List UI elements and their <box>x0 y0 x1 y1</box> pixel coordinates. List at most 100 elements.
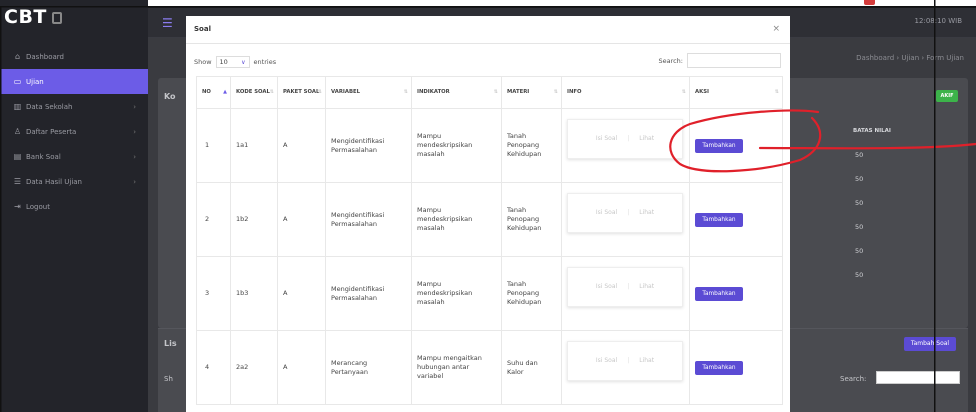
database-icon: ▤ <box>13 152 22 161</box>
info-box: Isi Soal | Lihat <box>567 340 683 381</box>
batas-nilai-value: 50 <box>855 175 864 183</box>
entries-control: Show 10 ∨ entries <box>194 56 276 68</box>
list-card-title: Lis <box>164 339 177 348</box>
info-box: Isi Soal | Lihat <box>567 118 683 159</box>
lihat-link[interactable]: Lihat <box>639 282 654 291</box>
cell-no: 3 <box>196 256 231 331</box>
tambahkan-button[interactable]: Tambahkan <box>695 212 743 227</box>
cell-variabel: Merancang Pertanyaan <box>325 330 412 405</box>
column-header-kode-soal[interactable]: KODE SOAL ⇅ <box>230 76 278 109</box>
batas-nilai-value: 50 <box>855 247 864 255</box>
sort-icon: ⇅ <box>317 89 322 95</box>
isi-soal-link[interactable]: Isi Soal <box>596 208 617 217</box>
batas-nilai-value: 50 <box>855 199 864 207</box>
tambah-soal-button[interactable]: Tambah Soal <box>904 337 956 351</box>
info-separator: | <box>627 357 630 364</box>
lihat-link[interactable]: Lihat <box>639 134 654 143</box>
app-logo-text: CBT <box>4 6 47 28</box>
calendar-icon: ▭ <box>13 77 22 86</box>
sidebar-item-label: Dashboard <box>26 52 64 61</box>
sort-icon: ⇅ <box>493 89 498 95</box>
logo-mark-icon <box>51 12 62 24</box>
entries-select[interactable]: 10 ∨ <box>215 56 250 68</box>
sort-asc-icon: ▲ <box>223 89 227 95</box>
cell-kode-soal: 1b3 <box>230 256 278 331</box>
column-header-aksi[interactable]: AKSI ⇅ <box>689 76 783 109</box>
chevron-right-icon: › <box>133 177 136 186</box>
batas-nilai-header: BATAS NILAI <box>853 128 891 134</box>
cell-indikator: Mampu mendeskripsikan masalah <box>411 108 502 183</box>
cell-materi: Tanah Penopang Kehidupan <box>501 108 562 183</box>
chevron-down-icon: ∨ <box>241 58 246 66</box>
sort-icon: ⇅ <box>681 89 686 95</box>
sidebar: CBT ⌂ Dashboard ▭ Ujian ▥ Data Sekolah › ♙ Dafta… <box>0 0 148 412</box>
isi-soal-link[interactable]: Isi Soal <box>596 282 617 291</box>
sort-icon: ⇅ <box>269 89 274 95</box>
sidebar-item[interactable]: ♙ Daftar Peserta › <box>0 119 148 144</box>
column-label: PAKET SOAL <box>283 89 320 95</box>
table-row: 4 2a2 A Merancang Pertanyaan Mampu mengaitka… <box>196 330 783 405</box>
cell-no: 1 <box>196 108 231 183</box>
column-header-paket-soal[interactable]: PAKET SOAL ⇅ <box>277 76 326 109</box>
column-header-indikator[interactable]: INDIKATOR ⇅ <box>411 76 502 109</box>
column-header-no[interactable]: NO ▲ <box>196 76 231 109</box>
hamburger-menu-icon[interactable]: ☰ <box>162 16 173 30</box>
cell-kode-soal: 2a2 <box>230 330 278 405</box>
table-row: 2 1b2 A Mengidentifikasi Permasalahan Mampu … <box>196 182 783 257</box>
soal-modal: Soal × Show 10 ∨ entries Search: NO ▲ KOD… <box>186 16 790 412</box>
cell-no: 2 <box>196 182 231 257</box>
sidebar-item-label: Daftar Peserta <box>26 127 77 136</box>
cell-info: Isi Soal | Lihat <box>561 108 690 183</box>
cell-no: 4 <box>196 330 231 405</box>
cell-variabel: Mengidentifikasi Permasalahan <box>325 108 412 183</box>
close-icon[interactable]: × <box>772 24 780 34</box>
cell-paket-soal: A <box>277 182 326 257</box>
cell-indikator: Mampu mendeskripsikan masalah <box>411 256 502 331</box>
column-header-materi[interactable]: MATERI ⇅ <box>501 76 562 109</box>
tambahkan-button[interactable]: Tambahkan <box>695 138 743 153</box>
logout-icon: ⇥ <box>14 202 21 211</box>
cell-indikator: Mampu mendeskripsikan masalah <box>411 182 502 257</box>
search-input[interactable] <box>687 53 781 68</box>
batas-nilai-value: 50 <box>855 223 864 231</box>
column-header-info[interactable]: INFO ⇅ <box>561 76 690 109</box>
cell-info: Isi Soal | Lihat <box>561 330 690 405</box>
modal-title: Soal <box>194 25 211 33</box>
cell-materi: Suhu dan Kalor <box>501 330 562 405</box>
header-clock: 12:08:10 WIB <box>914 17 962 25</box>
red-indicator <box>864 0 875 5</box>
cell-info: Isi Soal | Lihat <box>561 256 690 331</box>
isi-soal-link[interactable]: Isi Soal <box>596 356 617 365</box>
cell-aksi: Tambahkan <box>689 330 783 405</box>
column-label: KODE SOAL <box>236 89 270 95</box>
tambahkan-button[interactable]: Tambahkan <box>695 360 743 375</box>
sidebar-item[interactable]: ▭ Ujian <box>0 69 148 94</box>
sidebar-item[interactable]: ⇥ Logout <box>0 194 148 219</box>
chevron-right-icon: › <box>133 152 136 161</box>
cell-materi: Tanah Penopang Kehidupan <box>501 182 562 257</box>
isi-soal-link[interactable]: Isi Soal <box>596 134 617 143</box>
column-header-variabel[interactable]: VARIABEL ⇅ <box>325 76 412 109</box>
lihat-link[interactable]: Lihat <box>639 208 654 217</box>
list-search-input[interactable] <box>876 371 960 384</box>
sidebar-menu: ⌂ Dashboard ▭ Ujian ▥ Data Sekolah › ♙ Daftar Pe… <box>0 44 148 219</box>
lihat-link[interactable]: Lihat <box>639 356 654 365</box>
column-label: VARIABEL <box>331 89 361 95</box>
tambahkan-button[interactable]: Tambahkan <box>695 286 743 301</box>
info-separator: | <box>627 283 630 290</box>
cell-paket-soal: A <box>277 256 326 331</box>
cell-kode-soal: 1a1 <box>230 108 278 183</box>
sort-icon: ⇅ <box>553 89 558 95</box>
cell-aksi: Tambahkan <box>689 256 783 331</box>
sidebar-item[interactable]: ▤ Bank Soal › <box>0 144 148 169</box>
sidebar-item[interactable]: ⌂ Dashboard <box>0 44 148 69</box>
soal-table: NO ▲ KODE SOAL ⇅ PAKET SOAL ⇅ VARIABEL ⇅ IND… <box>196 76 783 405</box>
info-box: Isi Soal | Lihat <box>567 266 683 307</box>
status-badge[interactable]: AKIF <box>936 90 958 102</box>
sidebar-item[interactable]: ☰ Data Hasil Ujian › <box>0 169 148 194</box>
cell-paket-soal: A <box>277 108 326 183</box>
search-label: Search: <box>658 56 683 65</box>
cell-aksi: Tambahkan <box>689 182 783 257</box>
column-label: MATERI <box>507 89 530 95</box>
sidebar-item[interactable]: ▥ Data Sekolah › <box>0 94 148 119</box>
